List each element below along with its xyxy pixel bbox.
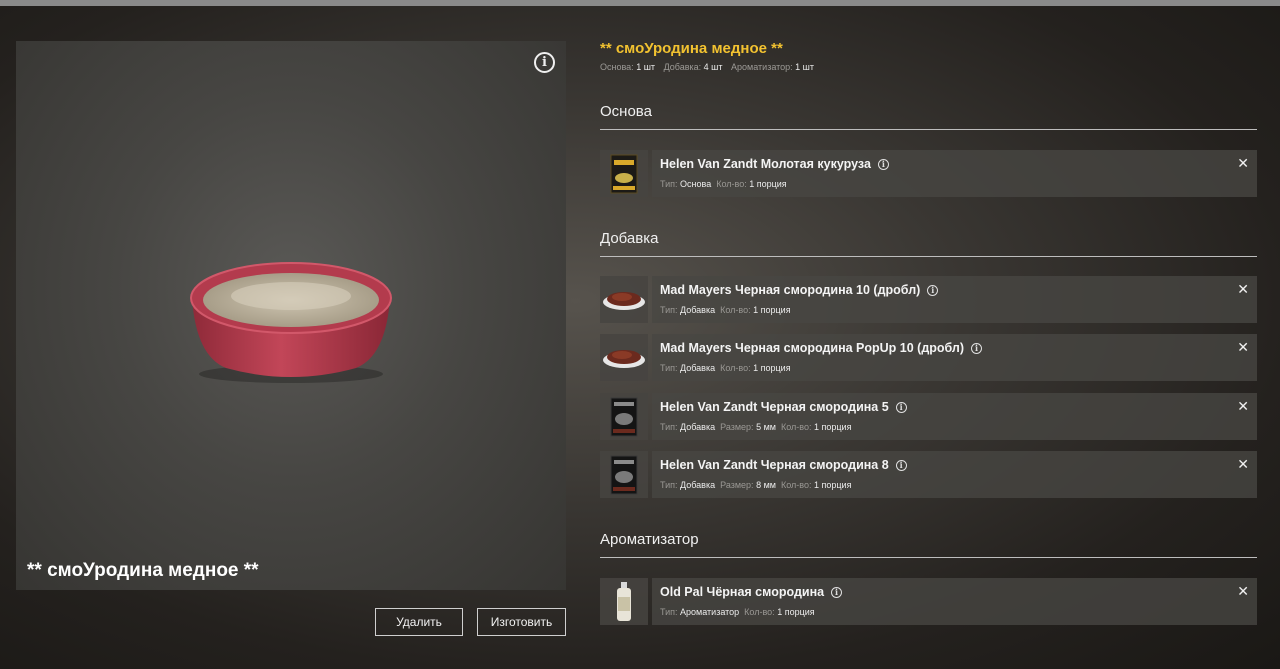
section-title-flavor: Ароматизатор <box>600 531 1257 558</box>
meta-value: 1 порция <box>814 422 852 432</box>
meta-label: Тип: <box>660 305 678 315</box>
meta-value: Добавка <box>680 480 716 490</box>
meta-label: Кол-во: <box>716 179 747 189</box>
flavor-bottle-icon <box>600 578 648 625</box>
meta-label: Кол-во: <box>780 480 812 490</box>
ingredient-row: Mad Mayers Черная смородина 10 (дробл) i … <box>600 276 1257 323</box>
info-icon[interactable]: i <box>534 52 555 73</box>
info-icon[interactable]: i <box>971 342 983 354</box>
ingredient-name: Old Pal Чёрная смородина <box>660 585 825 599</box>
ingredient-row: Helen Van Zandt Черная смородина 8 i Тип:… <box>600 451 1257 498</box>
meta-value: 1 порция <box>753 363 791 373</box>
section-title-base: Основа <box>600 103 1257 130</box>
recipe-title: ** смоУродина медное ** <box>600 40 783 57</box>
meta-value: 1 порция <box>749 179 787 189</box>
pellet-bag-icon <box>600 451 648 498</box>
remove-icon[interactable]: ✕ <box>1237 456 1249 473</box>
ingredient-meta: Тип: Добавка Размер: 5 мм Кол-во: 1 порц… <box>660 422 851 432</box>
crushed-boilies-dish-icon <box>600 276 648 323</box>
meta-value: 1 порция <box>753 305 791 315</box>
ingredient-row: Helen Van Zandt Черная смородина 5 i Тип:… <box>600 393 1257 440</box>
summary-label: Добавка: <box>663 62 702 72</box>
ingredient-meta: Тип: Основа Кол-во: 1 порция <box>660 179 787 189</box>
summary-value: 1 шт <box>795 62 815 72</box>
meta-value: Добавка <box>680 305 716 315</box>
corn-bag-icon <box>600 150 648 197</box>
meta-label: Тип: <box>660 422 678 432</box>
meta-label: Тип: <box>660 363 678 373</box>
pellet-bag-icon <box>600 393 648 440</box>
ingredient-name: Helen Van Zandt Черная смородина 5 <box>660 400 889 414</box>
meta-label: Тип: <box>660 607 678 617</box>
ingredient-meta: Тип: Ароматизатор Кол-во: 1 порция <box>660 607 815 617</box>
ingredient-row: Old Pal Чёрная смородина i Тип: Ароматиза… <box>600 578 1257 625</box>
meta-label: Кол-во: <box>720 363 751 373</box>
recipe-summary: Основа: 1 шт Добавка: 4 шт Ароматизатор:… <box>600 62 814 72</box>
ingredient-meta: Тип: Добавка Кол-во: 1 порция <box>660 305 791 315</box>
meta-value: Основа <box>680 179 712 189</box>
meta-label: Кол-во: <box>744 607 775 617</box>
meta-value: Добавка <box>680 363 716 373</box>
ingredient-name: Mad Mayers Черная смородина 10 (дробл) <box>660 283 921 297</box>
info-icon[interactable]: i <box>895 401 907 413</box>
ingredient-name: Helen Van Zandt Черная смородина 8 <box>660 458 889 472</box>
crushed-boilies-dish-icon <box>600 334 648 381</box>
ingredient-row: Helen Van Zandt Молотая кукуруза i Тип: О… <box>600 150 1257 197</box>
delete-button[interactable]: Удалить <box>375 608 463 636</box>
remove-icon[interactable]: ✕ <box>1237 155 1249 172</box>
ingredient-name: Helen Van Zandt Молотая кукуруза <box>660 157 871 171</box>
summary-value: 4 шт <box>703 62 723 72</box>
meta-value: 1 порция <box>777 607 815 617</box>
ingredient-meta: Тип: Добавка Размер: 8 мм Кол-во: 1 порц… <box>660 480 851 490</box>
preview-panel: i ** смоУродина медное ** <box>16 41 566 590</box>
bait-bowl-image <box>190 262 392 383</box>
meta-label: Размер: <box>720 422 754 432</box>
info-icon[interactable]: i <box>927 284 939 296</box>
meta-value: Ароматизатор <box>680 607 740 617</box>
meta-label: Кол-во: <box>780 422 812 432</box>
remove-icon[interactable]: ✕ <box>1237 339 1249 356</box>
meta-value: Добавка <box>680 422 716 432</box>
remove-icon[interactable]: ✕ <box>1237 583 1249 600</box>
preview-title: ** смоУродина медное ** <box>27 560 259 581</box>
meta-label: Размер: <box>720 480 754 490</box>
ingredient-row: Mad Mayers Черная смородина PopUp 10 (др… <box>600 334 1257 381</box>
meta-label: Кол-во: <box>720 305 751 315</box>
meta-label: Тип: <box>660 480 678 490</box>
meta-value: 1 порция <box>814 480 852 490</box>
meta-value: 5 мм <box>756 422 776 432</box>
remove-icon[interactable]: ✕ <box>1237 281 1249 298</box>
info-icon[interactable]: i <box>831 586 843 598</box>
summary-label: Основа: <box>600 62 634 72</box>
meta-value: 8 мм <box>756 480 776 490</box>
info-icon[interactable]: i <box>895 459 907 471</box>
ingredient-name: Mad Mayers Черная смородина PopUp 10 (др… <box>660 341 965 355</box>
summary-label: Ароматизатор: <box>731 62 793 72</box>
summary-value: 1 шт <box>636 62 656 72</box>
meta-label: Тип: <box>660 179 678 189</box>
section-title-additive: Добавка <box>600 230 1257 257</box>
remove-icon[interactable]: ✕ <box>1237 398 1249 415</box>
ingredient-meta: Тип: Добавка Кол-во: 1 порция <box>660 363 791 373</box>
info-icon[interactable]: i <box>877 158 889 170</box>
top-bar <box>0 0 1280 6</box>
craft-button[interactable]: Изготовить <box>477 608 566 636</box>
